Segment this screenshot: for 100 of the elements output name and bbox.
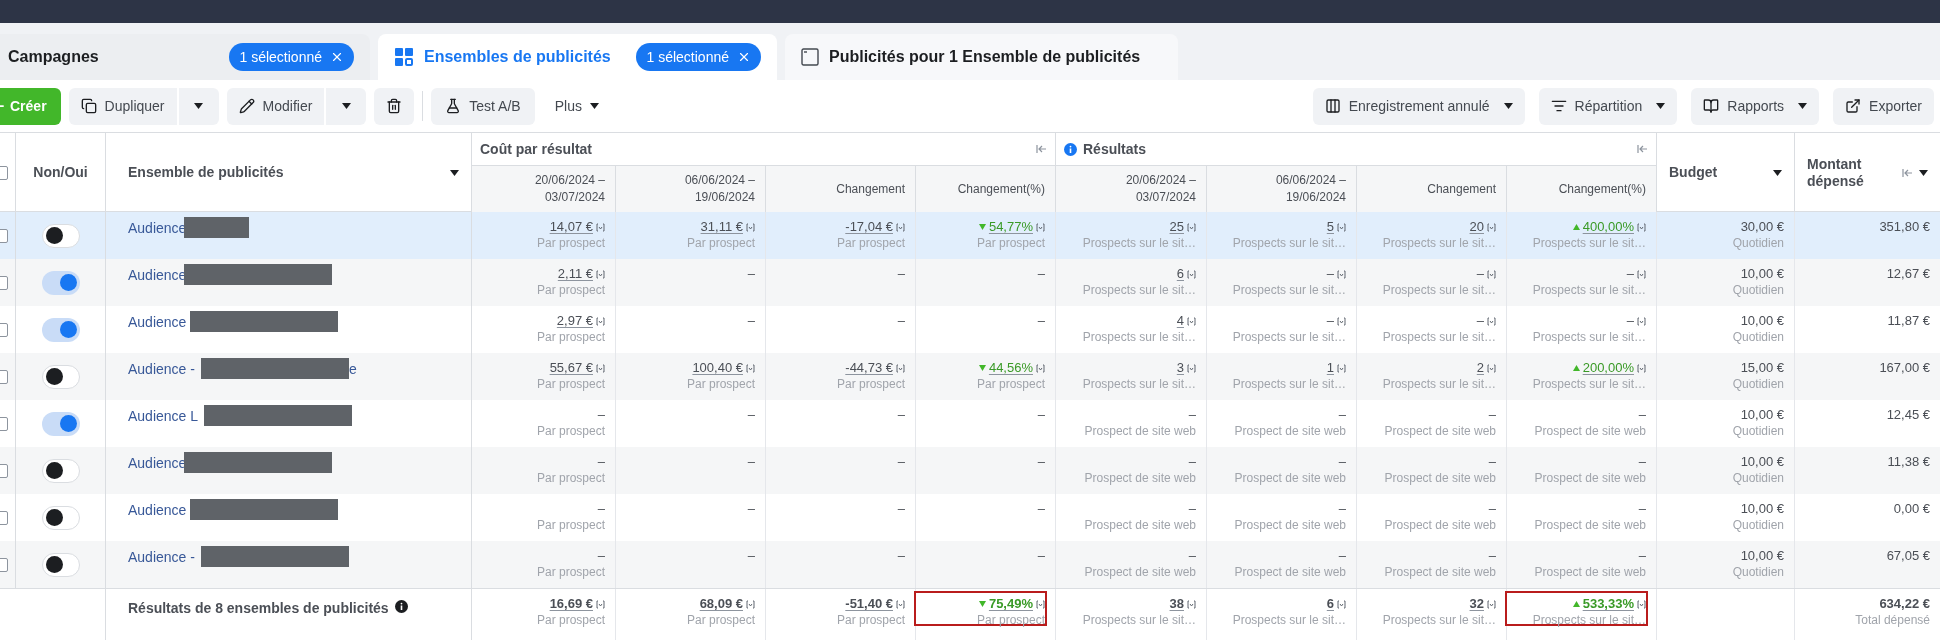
cell-value[interactable]: 6 [1326, 596, 1334, 612]
cell-sublabel: Prospect de site web [1234, 517, 1346, 533]
cell-sublabel: Prospects sur le sit… [1232, 235, 1346, 251]
pin-column-icon[interactable] [1637, 144, 1648, 154]
table-row[interactable]: Audience – Par prospect – – – – Prospect de site web – Prospect de site web – Prospect de site web – Prospect de site web 10,00 € Quotidien 11,38 € [0, 447, 1940, 494]
cell-value: – [1638, 454, 1646, 470]
info-icon[interactable] [394, 600, 408, 613]
table-row[interactable] [0, 212, 1940, 259]
cell-value[interactable]: 55,67 € [549, 360, 593, 376]
cell-value[interactable]: 5 [1326, 219, 1334, 235]
pin-column-icon[interactable] [1036, 144, 1047, 154]
trash-icon [386, 98, 403, 114]
budget-period: Quotidien [1732, 470, 1784, 486]
cell-value: – [1037, 266, 1045, 282]
cell-value[interactable]: -17,04 € [845, 219, 893, 235]
delete-button[interactable] [374, 87, 415, 125]
cell-value[interactable]: 533,33% [1582, 596, 1634, 612]
selection-badge[interactable]: 1 sélectionné [229, 43, 354, 71]
caret-icon [589, 103, 599, 109]
cell-sublabel: Par prospect [536, 423, 605, 439]
column-header[interactable]: Changement [836, 180, 905, 198]
cell-value[interactable]: 68,09 € [699, 596, 743, 612]
column-header[interactable]: Changement [1427, 180, 1496, 198]
ad-set-link[interactable]: Audience [128, 218, 187, 239]
cell-sublabel: Prospects sur le sit… [1382, 282, 1496, 298]
cell-value[interactable]: 2,97 € [556, 313, 593, 329]
toggle-switch[interactable] [41, 552, 80, 577]
flask-icon [445, 98, 462, 114]
tab[interactable]: Ensembles de publicités 1 sélectionné [378, 34, 777, 80]
spent-value: 351,80 € [1879, 219, 1930, 235]
budget-value: 10,00 € [1740, 454, 1784, 470]
toggle-switch[interactable] [41, 458, 80, 483]
tab[interactable]: Campagnes 1 sélectionné [0, 34, 370, 80]
close-icon[interactable] [737, 50, 751, 64]
toggle-switch[interactable] [41, 411, 80, 436]
selection-badge[interactable]: 1 sélectionné [636, 43, 761, 71]
cell-value[interactable]: 14,07 € [549, 219, 593, 235]
toggle-switch[interactable] [41, 270, 80, 295]
cell-value[interactable]: 6 [1176, 266, 1184, 282]
pin-column-icon[interactable] [1902, 167, 1913, 178]
cell-value[interactable]: 100,40 € [692, 360, 743, 376]
cell-value: – [897, 407, 905, 423]
cell-sublabel: Prospects sur le sit… [1382, 329, 1496, 345]
cell-sublabel: Par prospect [536, 612, 605, 628]
ad-set-link[interactable]: e [348, 359, 357, 380]
cell-value[interactable]: 16,69 € [549, 596, 593, 612]
cell-value[interactable]: 75,49% [988, 596, 1033, 612]
ad-set-link[interactable]: Audience [128, 265, 187, 286]
toolbar-button[interactable]: Dupliquer [68, 87, 177, 125]
budget-period: Quotidien [1732, 517, 1784, 533]
tab[interactable]: Publicités pour 1 Ensemble de publicités [785, 34, 1178, 80]
cell-value: – [1326, 266, 1334, 282]
table-row[interactable]: Audience 2,11 € Par prospect – – – 6 Prospects sur le sit… – Prospects sur le sit… – Prospects sur le sit… – Prospects sur le sit… 10,00 € Quotidien 12,67 € [0, 259, 1940, 306]
cell-value[interactable]: 2 [1476, 360, 1484, 376]
cell-value: – [597, 454, 605, 470]
cell-sublabel: Par prospect [836, 612, 905, 628]
table-row[interactable]: Audience - – Par prospect – – – – Prospect de site web – Prospect de site web – Prospect de site web – Prospect de site web 10,00 € Quotidien 67,05 € [0, 541, 1940, 588]
toggle-switch[interactable] [41, 223, 80, 248]
toolbar-button[interactable]: Exporter [1833, 87, 1934, 125]
cell-value[interactable]: 2,11 € [557, 266, 593, 282]
cell-value[interactable]: 25 [1169, 219, 1184, 235]
cell-value: – [1338, 454, 1346, 470]
cell-value: – [1037, 407, 1045, 423]
column-header[interactable]: Montant dépensé [1807, 155, 1877, 190]
cell-sublabel: Par prospect [686, 376, 755, 392]
table-row[interactable] [0, 353, 1940, 400]
grid-icon [394, 47, 414, 67]
cell-value[interactable]: 3 [1176, 360, 1184, 376]
toolbar-button[interactable]: Test A/B [431, 87, 535, 125]
down-triangle-icon [978, 224, 986, 230]
cell-sublabel: Par prospect [686, 235, 755, 251]
group-header: Résultats [1083, 139, 1147, 159]
budget-value: 10,00 € [1740, 313, 1784, 329]
cell-value[interactable]: -51,40 € [845, 596, 893, 612]
cell-sublabel: Par prospect [836, 376, 905, 392]
ad-set-link[interactable]: Audience [128, 500, 187, 521]
toggle-switch[interactable] [41, 317, 80, 342]
close-icon[interactable] [330, 50, 344, 64]
ad-set-link[interactable]: Audience - [128, 547, 195, 568]
cell-value[interactable]: 4 [1176, 313, 1184, 329]
toggle-switch[interactable] [41, 364, 80, 389]
toolbar-button[interactable]: Répartition [1538, 87, 1678, 125]
more-button[interactable]: Plus [542, 87, 611, 125]
cell-value[interactable]: 20 [1469, 219, 1484, 235]
pencil-icon [238, 98, 255, 114]
toggle-switch[interactable] [41, 505, 80, 530]
up-triangle-icon [1572, 224, 1580, 230]
ad-set-link[interactable]: Audience [128, 312, 187, 333]
ad-set-link[interactable]: Audience L [128, 406, 199, 427]
cell-value[interactable]: 38 [1169, 596, 1184, 612]
toolbar-button[interactable]: Rapports [1691, 87, 1820, 125]
cell-value[interactable]: 31,11 € [700, 219, 743, 235]
toolbar-button[interactable]: Enregistrement annulé [1312, 87, 1525, 125]
cell-value[interactable]: 1 [1326, 360, 1334, 376]
cell-value: – [1188, 548, 1196, 564]
ad-set-link[interactable]: Audience - [128, 359, 195, 380]
ad-set-link[interactable]: Audience [128, 453, 187, 474]
toolbar-button[interactable]: Modifier [226, 87, 325, 125]
cell-value[interactable]: -44,73 € [845, 360, 893, 376]
cell-value[interactable]: 32 [1469, 596, 1484, 612]
